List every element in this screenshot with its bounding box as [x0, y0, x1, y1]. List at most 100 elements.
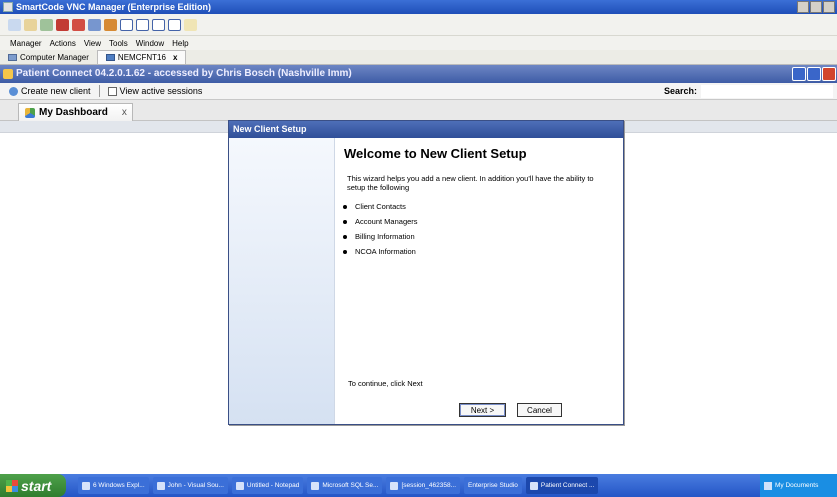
database-icon	[311, 481, 320, 490]
sessions-icon	[107, 86, 117, 96]
vnc-toolbar	[0, 14, 837, 36]
taskbar-item[interactable]: [session_462358...	[386, 477, 461, 494]
menu-manager[interactable]: Manager	[10, 39, 42, 48]
stop-icon[interactable]	[56, 18, 69, 31]
maximize-button[interactable]	[810, 1, 822, 13]
app-close-button[interactable]	[822, 67, 836, 81]
app-icon	[529, 481, 538, 490]
tab-computer-manager[interactable]: Computer Manager	[0, 50, 97, 64]
bullet-icon	[343, 204, 347, 209]
menu-tools[interactable]: Tools	[109, 39, 128, 48]
taskbar-item[interactable]: John - Visual Sou...	[152, 477, 228, 494]
taskbar-item[interactable]: Untitled - Notepad	[231, 477, 304, 494]
dashboard-tabrow: My Dashboard x	[0, 100, 837, 121]
settings-icon[interactable]	[88, 18, 101, 31]
start-button[interactable]: start	[0, 474, 66, 497]
taskbar-item-label: Microsoft SQL Se...	[322, 482, 379, 489]
notepad-icon	[235, 481, 244, 490]
vnc-window-controls	[797, 1, 835, 13]
toolbar-divider	[98, 85, 100, 97]
list-item: Account Managers	[343, 214, 418, 229]
folder-icon	[82, 481, 90, 490]
view-sessions-button[interactable]: View active sessions	[102, 86, 209, 96]
close-tab-icon[interactable]: x	[122, 107, 127, 118]
screenshot-icon[interactable]	[136, 18, 149, 31]
menu-view[interactable]: View	[84, 39, 101, 48]
app-icon	[156, 481, 165, 490]
dashboard-icon	[25, 107, 35, 118]
list-item-label: Client Contacts	[355, 202, 406, 211]
tab-label: Computer Manager	[20, 52, 89, 62]
taskbar-item-label: John - Visual Sou...	[167, 482, 224, 489]
delete-icon[interactable]	[72, 18, 85, 31]
add-user-icon	[9, 86, 18, 96]
app-window-controls	[792, 67, 836, 81]
taskbar-item[interactable]: 6 Windows Expl...	[78, 477, 149, 494]
taskbar-item-active[interactable]: Patient Connect ...	[525, 477, 599, 494]
computer-icon	[8, 53, 17, 61]
system-tray: My Documents	[760, 474, 837, 497]
close-button[interactable]	[823, 1, 835, 13]
app-title: Patient Connect 04.2.0.1.62 - accessed b…	[16, 68, 352, 79]
app-toolbar: Create new client View active sessions S…	[0, 83, 837, 100]
disconnect-icon[interactable]	[24, 18, 37, 31]
tray-label[interactable]: My Documents	[775, 482, 818, 489]
monitor-icon	[105, 54, 115, 61]
tab-my-dashboard[interactable]: My Dashboard x	[18, 103, 133, 121]
start-label: start	[21, 477, 52, 494]
taskbar-item-label: 6 Windows Expl...	[93, 482, 145, 489]
list-item: NCOA Information	[343, 244, 418, 259]
list-item-label: Account Managers	[355, 217, 418, 226]
wizard-intro-text: This wizard helps you add a new client. …	[347, 174, 594, 192]
create-client-label: Create new client	[21, 86, 91, 96]
connect-icon[interactable]	[8, 18, 21, 31]
wizard-heading: Welcome to New Client Setup	[344, 146, 527, 161]
minimize-button[interactable]	[797, 1, 809, 13]
create-client-button[interactable]: Create new client	[3, 86, 97, 96]
wizard-continue-hint: To continue, click Next	[348, 379, 423, 388]
menu-help[interactable]: Help	[172, 39, 188, 48]
taskbar: start 6 Windows Expl... John - Visual So…	[0, 474, 837, 497]
vnc-titlebar: SmartCode VNC Manager (Enterprise Editio…	[0, 0, 837, 14]
list-item-label: Billing Information	[355, 232, 415, 241]
taskbar-item-label: [session_462358...	[401, 482, 457, 489]
app-minimize-button[interactable]	[792, 67, 806, 81]
bullet-icon	[343, 219, 347, 224]
vnc-tabbar: Computer Manager NEMCFNT16 x	[0, 50, 837, 65]
cancel-button[interactable]: Cancel	[517, 403, 562, 417]
fullscreen-icon[interactable]	[120, 18, 133, 31]
search-label: Search:	[663, 86, 697, 96]
list-item-label: NCOA Information	[355, 247, 416, 256]
vnc-app-icon	[3, 2, 13, 12]
menu-actions[interactable]: Actions	[50, 39, 76, 48]
vnc-title: SmartCode VNC Manager (Enterprise Editio…	[16, 2, 212, 12]
browser-icon	[390, 481, 399, 490]
close-tab-icon[interactable]: x	[173, 53, 177, 62]
next-button[interactable]: Next >	[459, 403, 506, 417]
taskbar-item-label: Enterprise Studio	[468, 482, 518, 489]
vnc-menubar: Manager Actions View Tools Window Help	[0, 36, 837, 50]
tab-label: NEMCFNT16	[117, 53, 166, 62]
tab-nemcfnt16[interactable]: NEMCFNT16 x	[96, 50, 187, 64]
ctrl-alt-del-icon[interactable]	[104, 18, 117, 31]
list-item: Client Contacts	[343, 199, 418, 214]
dashboard-tab-label: My Dashboard	[39, 107, 108, 118]
network-icon[interactable]	[764, 481, 772, 490]
search-input[interactable]	[701, 85, 833, 98]
wizard-feature-list: Client Contacts Account Managers Billing…	[343, 199, 418, 259]
refresh-icon[interactable]	[40, 18, 53, 31]
taskbar-item-label: Patient Connect ...	[540, 482, 595, 489]
taskbar-item[interactable]: Microsoft SQL Se...	[307, 477, 383, 494]
view-only-icon[interactable]	[152, 18, 165, 31]
help-icon[interactable]	[184, 18, 197, 31]
windows-logo-icon	[6, 479, 18, 492]
wizard-sidebar-graphic	[229, 138, 335, 424]
app-icon	[3, 69, 13, 79]
bullet-icon	[343, 249, 347, 254]
new-client-wizard: New Client Setup Welcome to New Client S…	[228, 120, 624, 425]
view-sessions-label: View active sessions	[119, 86, 203, 96]
app-restore-button[interactable]	[807, 67, 821, 81]
scale-icon[interactable]	[168, 18, 181, 31]
taskbar-item[interactable]: Enterprise Studio	[464, 477, 522, 494]
menu-window[interactable]: Window	[136, 39, 164, 48]
